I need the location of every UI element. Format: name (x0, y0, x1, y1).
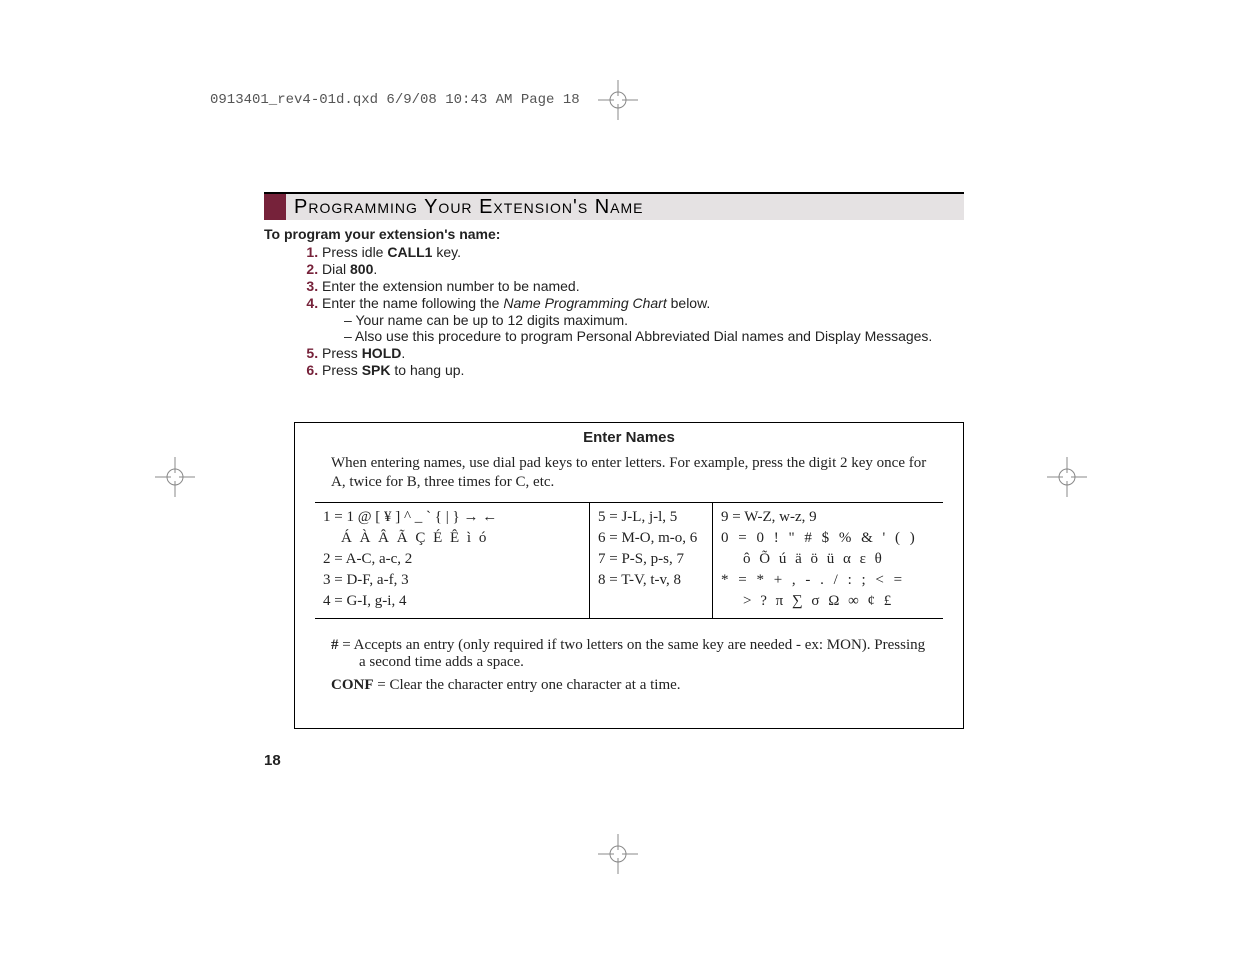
section-title: Programming Your Extension's Name (294, 196, 644, 219)
step-5: Press HOLD. (322, 345, 964, 361)
title-accent-block (264, 194, 286, 220)
key-3-row: 3 = D-F, a-f, 3 (323, 570, 583, 591)
crop-mark-bottom (598, 834, 638, 874)
key-6-row: 6 = M-O, m-o, 6 (598, 528, 706, 549)
chart-notes: # = Accepts an entry (only required if t… (331, 637, 927, 694)
page-number: 18 (264, 752, 281, 769)
step-4-sub-1: Your name can be up to 12 digits maximum… (344, 312, 964, 328)
note-hash: # = Accepts an entry (only required if t… (331, 637, 927, 671)
chart-col-1: 1 = 1 @ [ ¥ ] ^ _ ` { | } → ← Á À Â Ã Ç … (315, 503, 590, 618)
chart-description: When entering names, use dial pad keys t… (331, 454, 927, 492)
step-4: Enter the name following the Name Progra… (322, 295, 964, 344)
key-4-row: 4 = G-I, g-i, 4 (323, 591, 583, 612)
key-1-accents: Á À Â Ã Ç É Ê ì ó (323, 528, 583, 549)
key-5-row: 5 = J-L, j-l, 5 (598, 507, 706, 528)
chart-col-2: 5 = J-L, j-l, 5 6 = M-O, m-o, 6 7 = P-S,… (590, 503, 713, 618)
step-1: Press idle CALL1 key. (322, 244, 964, 260)
crop-mark-right (1047, 457, 1087, 497)
note-conf: CONF = Clear the character entry one cha… (331, 677, 927, 694)
key-star-row: * = * + , - . / : ; < = (721, 570, 937, 591)
step-4-sub-2: Also use this procedure to program Perso… (344, 328, 964, 344)
title-strip: Programming Your Extension's Name (286, 194, 964, 220)
crop-mark-left (155, 457, 195, 497)
key-star-extra: > ? π ∑ σ Ω ∞ ¢ £ (721, 591, 937, 612)
step-2: Dial 800. (322, 261, 964, 277)
key-1-row: 1 = 1 @ [ ¥ ] ^ _ ` { | } → ← (323, 507, 583, 528)
key-0-accents: ô Õ ú ä ö ü α ε θ (721, 549, 937, 570)
chart-table: 1 = 1 @ [ ¥ ] ^ _ ` { | } → ← Á À Â Ã Ç … (315, 502, 943, 619)
step-6: Press SPK to hang up. (322, 362, 964, 378)
print-job-header: 0913401_rev4-01d.qxd 6/9/08 10:43 AM Pag… (210, 92, 580, 108)
intro-heading: To program your extension's name: (264, 226, 964, 242)
key-9-row: 9 = W-Z, w-z, 9 (721, 507, 937, 528)
key-2-row: 2 = A-C, a-c, 2 (323, 549, 583, 570)
key-8-row: 8 = T-V, t-v, 8 (598, 570, 706, 591)
steps-list: Press idle CALL1 key. Dial 800. Enter th… (264, 244, 964, 378)
chart-col-3: 9 = W-Z, w-z, 9 0 = 0 ! " # $ % & ' ( ) … (713, 503, 943, 618)
key-7-row: 7 = P-S, p-s, 7 (598, 549, 706, 570)
section-title-bar: Programming Your Extension's Name (264, 192, 964, 220)
step-3: Enter the extension number to be named. (322, 278, 964, 294)
page-content: Programming Your Extension's Name To pro… (264, 192, 964, 729)
name-programming-chart: Enter Names When entering names, use dia… (294, 422, 964, 729)
crop-mark-top (598, 80, 638, 120)
chart-title: Enter Names (295, 429, 963, 446)
key-0-row: 0 = 0 ! " # $ % & ' ( ) (721, 528, 937, 549)
